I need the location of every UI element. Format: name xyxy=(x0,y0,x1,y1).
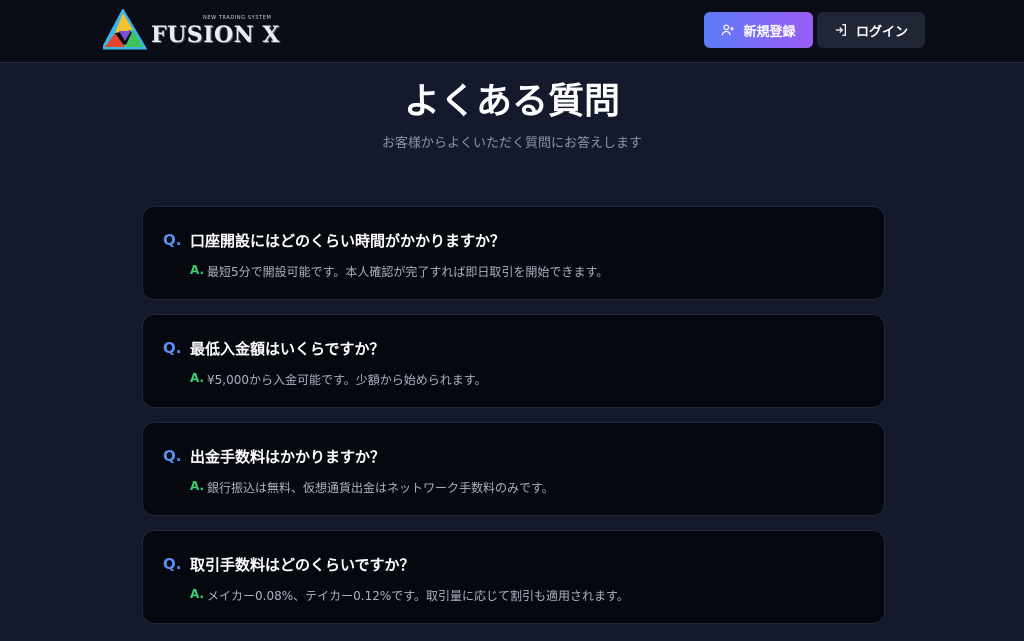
faq-question: 最低入金額はいくらですか？ xyxy=(190,340,385,358)
login-arrow-icon xyxy=(835,24,846,36)
answer-marker: A. xyxy=(190,371,205,385)
logo-text: FUSION X xyxy=(151,22,280,48)
register-label: 新規登録 xyxy=(743,24,796,40)
page-title: よくある質問 xyxy=(403,81,620,122)
question-marker: Q. xyxy=(163,339,182,357)
faq-question: 取引手数料はどのくらいですか？ xyxy=(190,556,415,574)
faq-answer: 最短5分で開設可能です。本人確認が完了すれば即日取引を開始できます。 xyxy=(207,265,609,279)
login-label: ログイン xyxy=(855,24,908,40)
faq-answer: ¥5,000から入金可能です。少額から始められます。 xyxy=(207,373,487,387)
register-button[interactable]: 新規登録 xyxy=(704,12,813,48)
site-logo[interactable]: NEW TRADING SYSTEM FUSION X xyxy=(103,9,285,53)
logo-tagline: NEW TRADING SYSTEM xyxy=(203,15,272,21)
faq-question: 出金手数料はかかりますか？ xyxy=(190,448,386,466)
site-header: NEW TRADING SYSTEM FUSION X 新規登録 ログイン xyxy=(0,0,1024,63)
faq-item[interactable]: Q. 最低入金額はいくらですか？ A. ¥5,000から入金可能です。少額から始… xyxy=(142,314,885,408)
answer-marker: A. xyxy=(190,587,205,601)
faq-item[interactable]: Q. 口座開設にはどのくらい時間がかかりますか？ A. 最短5分で開設可能です。… xyxy=(142,206,885,300)
question-marker: Q. xyxy=(163,231,182,249)
question-marker: Q. xyxy=(163,447,182,465)
user-plus-icon xyxy=(722,24,735,36)
answer-marker: A. xyxy=(190,263,205,277)
faq-item[interactable]: Q. 取引手数料はどのくらいですか？ A. メイカー0.08%、テイカー0.12… xyxy=(142,530,885,624)
triangle-logo-icon xyxy=(103,9,148,50)
faq-question: 口座開設にはどのくらい時間がかかりますか？ xyxy=(190,232,506,250)
faq-answer: メイカー0.08%、テイカー0.12%です。取引量に応じて割引も適用されます。 xyxy=(207,589,629,603)
login-button[interactable]: ログイン xyxy=(817,12,925,48)
faq-answer: 銀行振込は無料、仮想通貨出金はネットワーク手数料のみです。 xyxy=(207,481,554,495)
question-marker: Q. xyxy=(163,555,182,573)
page-subtitle: お客様からよくいただく質問にお答えします xyxy=(381,136,642,151)
faq-item[interactable]: Q. 出金手数料はかかりますか？ A. 銀行振込は無料、仮想通貨出金はネットワー… xyxy=(142,422,885,516)
answer-marker: A. xyxy=(190,479,205,493)
